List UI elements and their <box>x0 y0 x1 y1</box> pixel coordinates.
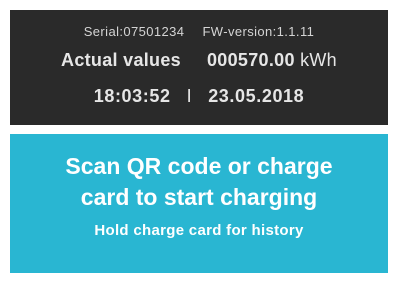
actual-values-label: Actual values <box>61 50 181 70</box>
calendar-date: 23.05.2018 <box>208 86 305 106</box>
instruction-line-1: Scan QR code or charge <box>65 153 333 179</box>
history-hint: Hold charge card for history <box>94 222 304 239</box>
datetime-separator: I <box>186 86 193 106</box>
meter-unit: kWh <box>300 50 337 70</box>
datetime-row: 18:03:52 I 23.05.2018 <box>10 86 388 107</box>
serial-number: Serial:07501234 <box>83 24 185 39</box>
meter-value: 000570.00 <box>206 50 295 70</box>
device-info-row: Serial:07501234 FW-version:1.1.11 <box>10 24 388 39</box>
instruction-line-2: card to start charging <box>80 184 318 210</box>
firmware-version: FW-version:1.1.11 <box>202 24 315 39</box>
instruction-panel: Scan QR code or charge card to start cha… <box>10 134 388 273</box>
meter-row: Actual values 000570.00 kWh <box>10 50 388 71</box>
clock-time: 18:03:52 <box>93 86 171 106</box>
charger-display: Serial:07501234 FW-version:1.1.11 Actual … <box>10 10 388 273</box>
status-panel: Serial:07501234 FW-version:1.1.11 Actual … <box>10 10 388 125</box>
